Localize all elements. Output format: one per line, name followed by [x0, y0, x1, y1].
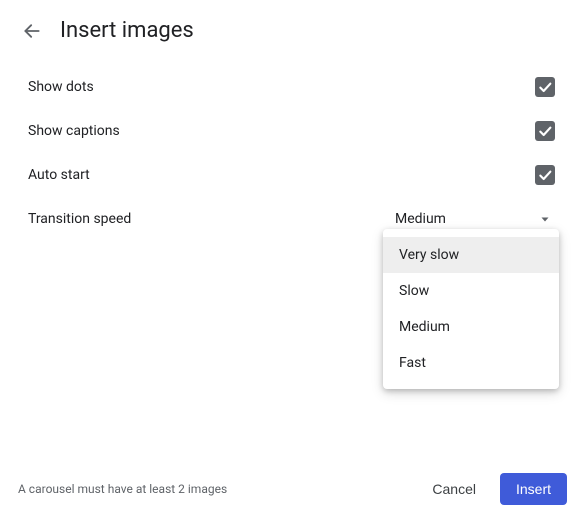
- transition-speed-select[interactable]: Medium: [395, 211, 555, 227]
- option-show-dots: Show dots: [28, 65, 555, 109]
- option-show-captions: Show captions: [28, 109, 555, 153]
- auto-start-checkbox[interactable]: [535, 165, 555, 185]
- check-icon: [537, 79, 553, 95]
- insert-button[interactable]: Insert: [500, 473, 567, 505]
- check-icon: [537, 123, 553, 139]
- option-label: Transition speed: [28, 211, 131, 227]
- validation-message: A carousel must have at least 2 images: [18, 482, 227, 496]
- dropdown-item-very-slow[interactable]: Very slow: [383, 237, 559, 273]
- check-icon: [537, 167, 553, 183]
- dropdown-item-medium[interactable]: Medium: [383, 309, 559, 345]
- footer-actions: Cancel Insert: [416, 473, 567, 505]
- option-label: Show dots: [28, 79, 94, 95]
- select-value: Medium: [395, 211, 446, 227]
- arrow-left-icon: [22, 21, 42, 41]
- options-panel: Show dots Show captions Auto start Trans…: [0, 61, 583, 241]
- chevron-down-icon: [539, 213, 551, 225]
- option-label: Auto start: [28, 167, 90, 183]
- dialog-header: Insert images: [0, 0, 583, 61]
- dropdown-item-slow[interactable]: Slow: [383, 273, 559, 309]
- dialog-title: Insert images: [60, 18, 194, 43]
- back-button[interactable]: [20, 19, 44, 43]
- show-dots-checkbox[interactable]: [535, 77, 555, 97]
- show-captions-checkbox[interactable]: [535, 121, 555, 141]
- option-label: Show captions: [28, 123, 120, 139]
- dropdown-item-fast[interactable]: Fast: [383, 345, 559, 381]
- transition-speed-dropdown: Very slow Slow Medium Fast: [383, 229, 559, 389]
- dialog-footer: A carousel must have at least 2 images C…: [0, 461, 583, 523]
- cancel-button[interactable]: Cancel: [416, 473, 492, 505]
- option-auto-start: Auto start: [28, 153, 555, 197]
